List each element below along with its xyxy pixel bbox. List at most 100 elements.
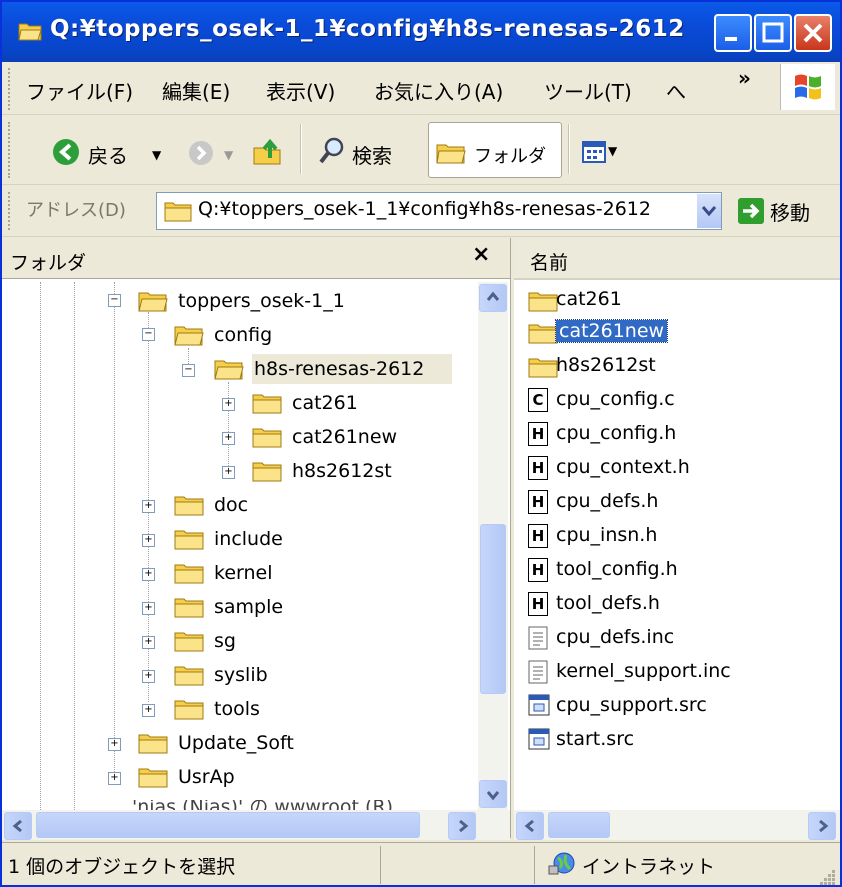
tree-item-h8s-renesas[interactable]: h8s-renesas-2612 xyxy=(254,358,424,380)
menu-favorites[interactable]: お気に入り(A) xyxy=(374,76,503,105)
tree-item-config[interactable]: config xyxy=(214,324,272,346)
file-name: cpu_defs.inc xyxy=(556,626,675,648)
folder-icon xyxy=(528,292,558,312)
open-folder-icon xyxy=(138,292,168,312)
tree-item-doc[interactable]: doc xyxy=(214,494,248,516)
expand-toggle[interactable]: + xyxy=(142,568,155,581)
scroll-thumb[interactable] xyxy=(36,812,420,838)
tree-item-toppers[interactable]: toppers_osek-1_1 xyxy=(178,290,345,312)
expand-toggle[interactable]: + xyxy=(142,500,155,513)
scroll-thumb[interactable] xyxy=(548,812,610,838)
maximize-button[interactable] xyxy=(754,14,792,52)
view-options-icon[interactable] xyxy=(582,140,606,164)
h-file-icon: H xyxy=(528,558,548,582)
tree-item-include[interactable]: include xyxy=(214,528,283,550)
collapse-toggle[interactable]: − xyxy=(182,364,195,377)
scroll-right-button[interactable] xyxy=(448,812,476,840)
close-icon xyxy=(803,23,823,43)
back-dropdown-icon[interactable]: ▼ xyxy=(152,148,161,162)
expand-toggle[interactable]: + xyxy=(142,534,155,547)
scroll-left-button[interactable] xyxy=(516,812,544,840)
file-name: kernel_support.inc xyxy=(556,660,731,682)
scroll-up-button[interactable] xyxy=(479,284,507,312)
scroll-thumb[interactable] xyxy=(480,524,506,694)
go-arrow-icon[interactable] xyxy=(738,198,764,224)
forward-dropdown-icon[interactable]: ▼ xyxy=(224,148,233,162)
address-grip[interactable] xyxy=(8,192,13,230)
file-name: cpu_context.h xyxy=(556,456,690,478)
folder-icon xyxy=(252,394,282,414)
collapse-toggle[interactable]: − xyxy=(142,328,155,341)
back-arrow-icon[interactable] xyxy=(52,138,80,166)
maximize-icon xyxy=(762,22,784,43)
address-dropdown-button[interactable] xyxy=(696,194,721,228)
menu-grip[interactable] xyxy=(8,68,13,110)
menu-tools[interactable]: ツール(T) xyxy=(544,76,632,105)
menu-view[interactable]: 表示(V) xyxy=(266,76,335,105)
view-dropdown-icon[interactable]: ▼ xyxy=(608,144,617,158)
forward-arrow-icon[interactable] xyxy=(188,140,214,166)
expand-toggle[interactable]: + xyxy=(108,738,121,751)
status-separator xyxy=(380,846,381,884)
src-file-icon xyxy=(528,728,550,750)
folder-icon xyxy=(174,666,204,686)
tree-item-h8s2612st[interactable]: h8s2612st xyxy=(292,460,392,482)
expand-toggle[interactable]: + xyxy=(142,602,155,615)
scroll-right-button[interactable] xyxy=(808,812,836,840)
menu-overflow-chevron[interactable]: » xyxy=(738,66,751,90)
folder-icon xyxy=(174,700,204,720)
tree-guide xyxy=(228,382,229,472)
folder-icon xyxy=(174,632,204,652)
expand-toggle[interactable]: + xyxy=(222,466,235,479)
expand-toggle[interactable]: + xyxy=(222,432,235,445)
tree-item-tools[interactable]: tools xyxy=(214,698,260,720)
collapse-toggle[interactable]: − xyxy=(108,294,121,307)
search-icon[interactable] xyxy=(318,136,346,166)
open-folder-icon xyxy=(174,326,204,346)
tree-item-sample[interactable]: sample xyxy=(214,596,283,618)
folder-pane-close-button[interactable]: × xyxy=(472,242,490,267)
scroll-left-button[interactable] xyxy=(4,812,32,840)
file-name: start.src xyxy=(556,728,635,750)
search-button[interactable]: 検索 xyxy=(352,140,392,169)
resize-grip-icon[interactable] xyxy=(818,868,836,886)
file-name: h8s2612st xyxy=(556,354,656,376)
tree-item-cat261new[interactable]: cat261new xyxy=(292,426,397,448)
scroll-down-button[interactable] xyxy=(479,780,507,808)
tree-guide xyxy=(114,282,115,772)
toolbar-separator xyxy=(300,124,302,174)
folder-icon xyxy=(174,598,204,618)
up-folder-icon[interactable] xyxy=(252,136,284,168)
tree-item-drive[interactable]: 'nias (Nias)' の wwwroot (R) xyxy=(132,800,393,810)
minimize-button[interactable] xyxy=(714,14,752,52)
menu-edit[interactable]: 編集(E) xyxy=(162,76,230,105)
tree-item-cat261[interactable]: cat261 xyxy=(292,392,358,414)
tree-item-kernel[interactable]: kernel xyxy=(214,562,273,584)
status-zone-text: イントラネット xyxy=(582,856,716,878)
toolbar-grip[interactable] xyxy=(8,122,13,178)
title-bar[interactable]: Q:¥toppers_osek-1_1¥config¥h8s-renesas-2… xyxy=(2,2,840,62)
tree-item-sg[interactable]: sg xyxy=(214,630,236,652)
folder-icon xyxy=(164,202,192,222)
tree-item-update-soft[interactable]: Update_Soft xyxy=(178,732,294,754)
tree-item-syslib[interactable]: syslib xyxy=(214,664,268,686)
expand-toggle[interactable]: + xyxy=(142,636,155,649)
menu-file[interactable]: ファイル(F) xyxy=(26,76,133,105)
status-selection-text: 1 個のオブジェクトを選択 xyxy=(8,856,236,878)
expand-toggle[interactable]: + xyxy=(108,772,121,785)
chevron-down-icon xyxy=(486,791,500,801)
expand-toggle[interactable]: + xyxy=(142,670,155,683)
h-file-icon: H xyxy=(528,422,548,446)
tree-item-usrap[interactable]: UsrAp xyxy=(178,766,235,788)
close-button[interactable] xyxy=(794,14,832,52)
chevron-right-icon xyxy=(459,819,469,833)
expand-toggle[interactable]: + xyxy=(142,704,155,717)
expand-toggle[interactable]: + xyxy=(222,398,235,411)
folder-icon xyxy=(174,496,204,516)
chevron-up-icon xyxy=(486,291,500,301)
menu-help[interactable]: へ xyxy=(666,76,686,105)
back-button[interactable]: 戻る xyxy=(88,140,128,169)
folder-icon xyxy=(138,768,168,788)
go-button[interactable]: 移動 xyxy=(770,197,810,226)
text-file-icon xyxy=(528,626,548,650)
